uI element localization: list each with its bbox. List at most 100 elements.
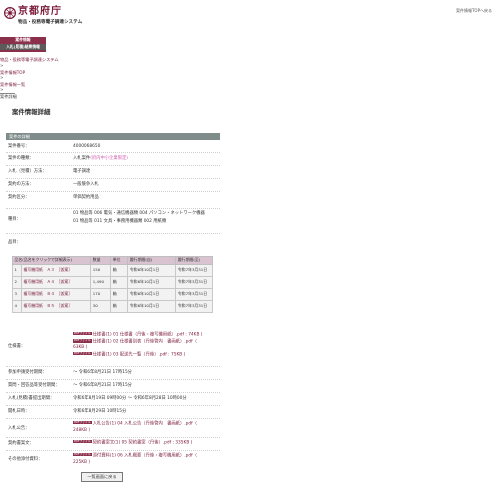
row-contract-category: 契約区分： 単価契約用品 [6, 192, 220, 209]
row-opening: 開札日時： 令和6年8月29日 10時15分 [6, 406, 220, 419]
bid-period-label: 入札(見積)書提出期間： [8, 396, 55, 401]
case-number-value: 4000068650 [73, 144, 101, 149]
pdf-icon: PDFファイル [73, 439, 92, 444]
row-number: 2 [12, 275, 22, 289]
contract-form-file-link[interactable]: 契約書案文(1) 05 契約書案（丹後）.pdf : 335KB ) [93, 440, 193, 445]
goods-unit: 箱 [110, 263, 129, 277]
panel-title: 案件の詳細 [6, 133, 220, 140]
table-row: 1 複写機用紙 Ａ３ ［仮案］ 150 箱 令和6年10月1日 令和7年3月31… [12, 263, 213, 277]
row-goods: 品目： [6, 234, 220, 246]
kind-label: 種目： [8, 217, 21, 222]
other-file-link[interactable]: 添付資料(1) 06 入札概要（丹後・複写機用紙）.pdf（ [93, 453, 197, 458]
back-to-list-button[interactable]: 一覧画面に戻る [81, 472, 123, 482]
bid-method-value: 電子調達 [73, 169, 91, 174]
other-files: PDFファイル 添付資料(1) 06 入札概要（丹後・複写機用紙）.pdf（ 22… [73, 452, 220, 465]
goods-qty: 30 [90, 299, 112, 313]
notice-files: PDFファイル 入札公告(1) 04 入札公告（丹後管内 書画紙）.pdf（ 24… [73, 420, 220, 433]
case-type-value: 入札案件(府内中小企業限定) [73, 156, 220, 161]
col-header-qty: 数量 [90, 256, 112, 265]
page-title: 案件情報詳細 [12, 108, 51, 116]
breadcrumb: 物品・役務等電子調達システム > 案件情報TOP > 案件情報一覧 > 案件詳細 [0, 57, 59, 100]
row-notice: 入札公告： PDFファイル 入札公告(1) 04 入札公告（丹後管内 書画紙）.p… [6, 419, 220, 438]
row-case-number: 案件番号： 4000068650 [6, 140, 220, 153]
col-header-name: 品名(品名をクリックで詳細表示) [11, 256, 92, 265]
contract-form-files: PDFファイル 契約書案文(1) 05 契約書案（丹後）.pdf : 335KB … [73, 439, 220, 446]
notice-label: 入札公告： [8, 426, 30, 431]
side-menu: 案件情報 入札(見積)結果情報 [0, 37, 46, 52]
table-row: 3 複写機用紙 Ｂ４ ［仮案］ 170 箱 令和6年10月1日 令和7年3月31… [12, 287, 213, 301]
row-kind: 種目： 01 物品等 006 電気・通信機器類 004 パソコン・ネットワーク機… [6, 209, 220, 234]
table-row: 2 複写機用紙 Ａ４ ［仮案］ 1,490 箱 令和6年10月1日 令和7年3月… [12, 275, 213, 289]
opening-value: 令和6年8月29日 10時15分 [73, 409, 127, 414]
row-other-files: その他添付資料： PDFファイル 添付資料(1) 06 入札概要（丹後・複写機用紙… [6, 451, 220, 469]
org-name: 京都府庁 [18, 6, 62, 17]
row-entry-period: 参加申請受付期間： 〜 令和6年8月21日 17時15分 [6, 367, 220, 380]
goods-name-link[interactable]: 複写機用紙 Ａ３ ［仮案］ [20, 263, 92, 277]
row-case-type: 案件の種類： 入札案件(府内中小企業限定) [6, 153, 220, 166]
goods-unit: 箱 [110, 275, 129, 289]
site-logo[interactable]: 京都府庁 物品・役務等電子調達システム [4, 6, 114, 30]
kind-line: 01 物品等 011 文具・事務用機器類 002 用紙類 [73, 219, 167, 225]
pdf-icon: PDFファイル [73, 338, 92, 343]
top-link[interactable]: 案件情報TOPへ戻る [456, 8, 492, 13]
goods-table: 品名(品名をクリックで詳細表示) 数量 単位 履行期間(自) 履行期間(至) 1… [11, 256, 213, 313]
col-header-from: 履行期間(自) [127, 256, 177, 265]
system-name: 物品・役務等電子調達システム [18, 20, 83, 25]
spec-file-link[interactable]: 仕様書(1) 03 配送先一覧（丹後）.pdf : 75KB ) [93, 352, 186, 357]
goods-from: 令和6年10月1日 [127, 287, 177, 301]
goods-name-link[interactable]: 複写機用紙 Ａ４ ［仮案］ [20, 275, 92, 289]
bid-method-label: 入札（見積）方法： [8, 169, 47, 174]
case-number-label: 案件番号： [8, 144, 30, 149]
spec-files: PDFファイル 仕様書(1) 01 仕様書（丹後・複写機用紙）.pdf : 74K… [73, 331, 220, 357]
notice-file-size[interactable]: 248KB ) [73, 428, 90, 433]
menu-item-results[interactable]: 入札(見積)結果情報 [0, 43, 46, 50]
goods-to: 令和7年3月31日 [175, 275, 213, 289]
case-type-label: 案件の種類： [8, 156, 34, 161]
kyoto-crest-icon [4, 7, 16, 19]
row-contract-form: 契約書案文： PDFファイル 契約書案文(1) 05 契約書案（丹後）.pdf :… [6, 438, 220, 451]
goods-to: 令和7年3月31日 [175, 287, 213, 301]
pdf-icon: PDFファイル [73, 452, 92, 457]
breadcrumb-home[interactable]: 物品・役務等電子調達システム [0, 57, 59, 62]
entry-period-label: 参加申請受付期間： [8, 370, 47, 375]
contract-form-label: 契約書案文： [8, 441, 34, 446]
contract-category-label: 契約区分： [8, 195, 30, 200]
notice-file-link[interactable]: 入札公告(1) 04 入札公告（丹後管内 書画紙）.pdf（ [93, 421, 197, 426]
row-bid-period: 入札(見積)書提出期間： 令和6年8月19日 09時00分 〜 令和6年8月28… [6, 393, 220, 406]
goods-qty: 1,490 [90, 275, 112, 289]
spec-label: 仕様書： [8, 344, 26, 349]
col-header-unit: 単位 [110, 256, 129, 265]
goods-to: 令和7年3月31日 [175, 263, 213, 277]
row-number: 4 [12, 299, 22, 313]
contract-method-label: 契約の方法： [8, 182, 34, 187]
goods-from: 令和6年10月1日 [127, 299, 177, 313]
breadcrumb-current: 案件詳細 [0, 94, 17, 100]
spec-file-size[interactable]: 63KB ) [73, 345, 87, 350]
goods-unit: 箱 [110, 299, 129, 313]
goods-name-link[interactable]: 複写機用紙 Ｂ５ ［仮案］ [20, 299, 92, 313]
contract-method-value: 一般競争入札 [73, 182, 99, 187]
breadcrumb-list[interactable]: 案件情報一覧 [0, 82, 59, 87]
pdf-icon: PDFファイル [73, 350, 92, 356]
goods-qty: 170 [90, 287, 112, 301]
row-number: 1 [12, 263, 22, 277]
col-header-to: 履行期間(至) [175, 256, 213, 265]
opening-label: 開札日時： [8, 409, 30, 414]
pdf-icon: PDFファイル [73, 420, 92, 425]
spec-file-link[interactable]: 仕様書(1) 02 仕様書別表（丹後管内 書画紙）.pdf（ [93, 339, 197, 344]
goods-name-link[interactable]: 複写機用紙 Ｂ４ ［仮案］ [20, 287, 92, 301]
goods-label: 品目： [8, 240, 21, 245]
case-detail-panel: 案件の詳細 案件番号： 4000068650 案件の種類： 入札案件(府内中小企… [6, 133, 220, 246]
goods-unit: 箱 [110, 287, 129, 301]
goods-qty: 150 [90, 263, 112, 277]
spec-file-link[interactable]: 仕様書(1) 01 仕様書（丹後・複写機用紙）.pdf : 74KB ) [93, 332, 203, 337]
case-type-text: 入札案件 [73, 156, 91, 161]
goods-to: 令和7年3月31日 [175, 299, 213, 313]
row-contract-method: 契約の方法： 一般競争入札 [6, 179, 220, 192]
entry-period-value: 〜 令和6年8月21日 17時15分 [73, 370, 132, 375]
other-file-size[interactable]: 225KB ) [73, 460, 90, 465]
other-files-label: その他添付資料： [8, 457, 43, 462]
bid-period-value: 令和6年8月19日 09時00分 〜 令和6年8月28日 10時00分 [73, 396, 187, 401]
breadcrumb-top[interactable]: 案件情報TOP [0, 70, 59, 75]
kind-value: 01 物品等 006 電気・通信機器類 004 パソコン・ネットワーク機器 01… [73, 211, 220, 225]
